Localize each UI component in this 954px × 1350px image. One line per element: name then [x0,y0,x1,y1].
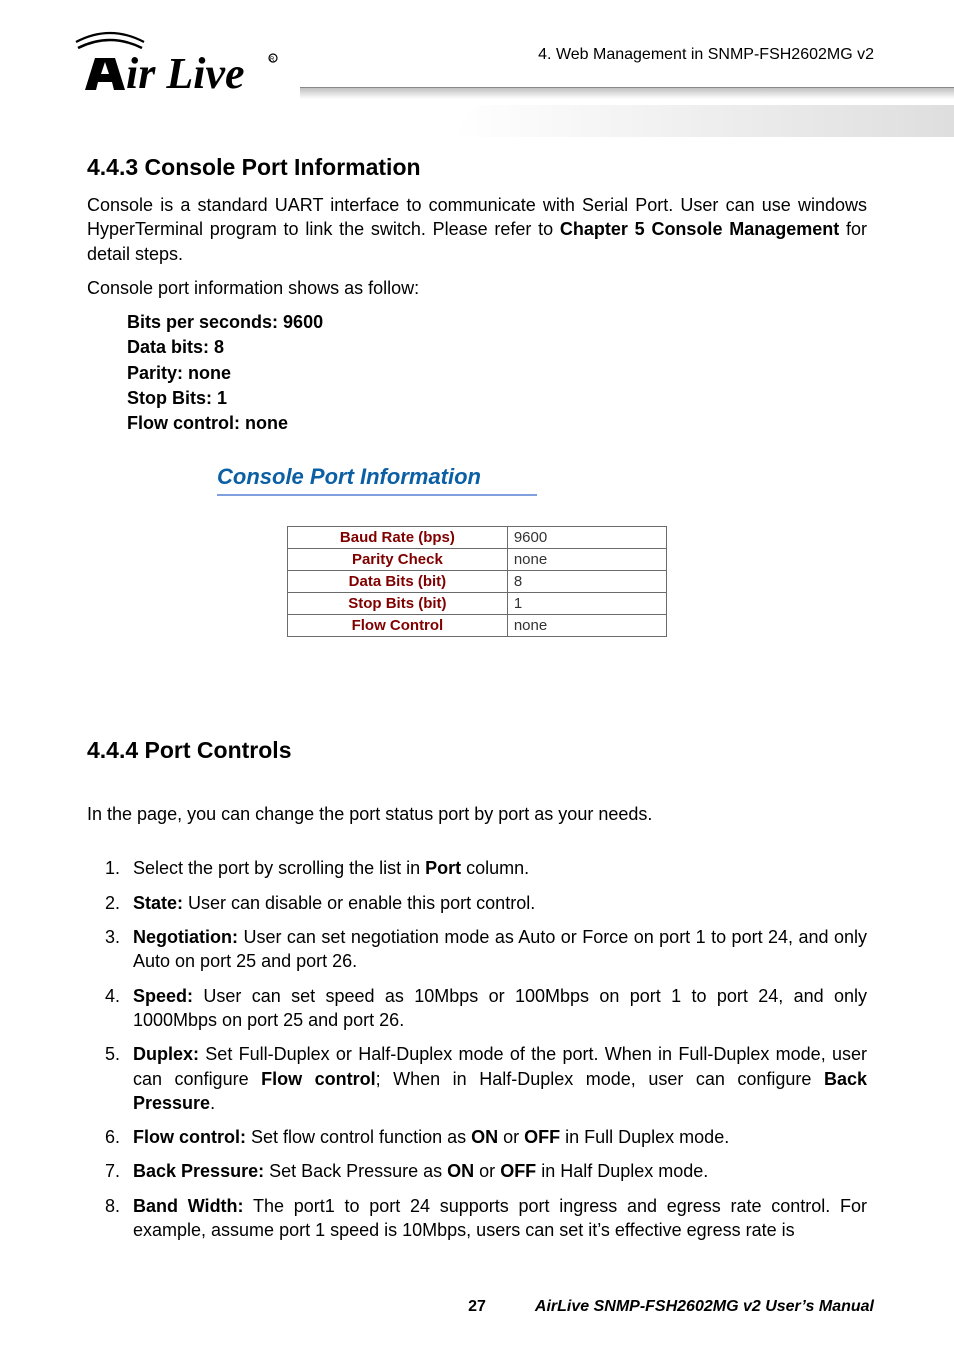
table-row: Baud Rate (bps) 9600 [288,527,667,549]
cell-label-databits: Data Bits (bit) [288,571,508,593]
table-row: Parity Check none [288,549,667,571]
airlive-logo: ir Live R [70,30,285,110]
text: in Full Duplex mode. [560,1127,729,1147]
setting-data-bits: Data bits: 8 [127,335,867,360]
svg-text:R: R [270,57,275,63]
cell-value-parity: none [507,549,666,571]
list-item: Flow control: Set flow control function … [125,1125,867,1149]
setting-parity: Parity: none [127,361,867,386]
para-console-follow: Console port information shows as follow… [87,276,867,300]
setting-flow-control: Flow control: none [127,411,867,436]
text-bold: Negotiation: [133,927,238,947]
breadcrumb: 4. Web Management in SNMP-FSH2602MG v2 [538,46,874,64]
text-bold: Speed: [133,986,193,1006]
cell-value-baud: 9600 [507,527,666,549]
text: or [498,1127,524,1147]
text: Set flow control function as [246,1127,471,1147]
cell-label-baud: Baud Rate (bps) [288,527,508,549]
text: User can set negotiation mode as Auto or… [133,927,867,971]
text: Select the port by scrolling the list in [133,858,425,878]
footer-title: AirLive SNMP-FSH2602MG v2 User’s Manual [535,1298,874,1316]
text-bold: Flow control [261,1069,376,1089]
text: column. [461,858,529,878]
text-bold: Band Width: [133,1196,244,1216]
section-heading-port-controls: 4.4.4 Port Controls [87,737,867,764]
list-item: Speed: User can set speed as 10Mbps or 1… [125,984,867,1033]
text-bold: ON [447,1161,474,1181]
text-bold: Back Pressure: [133,1161,264,1181]
list-item: Band Width: The port1 to port 24 support… [125,1194,867,1243]
cell-value-flowcontrol: none [507,615,666,637]
list-item: State: User can disable or enable this p… [125,891,867,915]
airlive-logo-icon: ir Live R [70,30,285,105]
text: or [474,1161,500,1181]
text-bold: OFF [524,1127,560,1147]
text-bold: OFF [500,1161,536,1181]
text: Set Back Pressure as [264,1161,447,1181]
table-row: Stop Bits (bit) 1 [288,593,667,615]
header-divider [300,87,954,99]
cell-label-parity: Parity Check [288,549,508,571]
text: in Half Duplex mode. [536,1161,708,1181]
port-controls-list: Select the port by scrolling the list in… [87,856,867,1242]
text-bold: Chapter 5 Console Management [560,219,839,239]
section-port-controls: 4.4.4 Port Controls In the page, you can… [87,737,867,1242]
figure-heading: Console Port Information [217,464,537,496]
list-item: Select the port by scrolling the list in… [125,856,867,880]
svg-text:ir Live: ir Live [126,49,245,98]
cell-value-databits: 8 [507,571,666,593]
table-row: Data Bits (bit) 8 [288,571,667,593]
list-item: Duplex: Set Full-Duplex or Half-Duplex m… [125,1042,867,1115]
text: . [210,1093,215,1113]
text-bold: Flow control: [133,1127,246,1147]
list-item: Negotiation: User can set negotiation mo… [125,925,867,974]
console-settings-list: Bits per seconds: 9600 Data bits: 8 Pari… [127,310,867,436]
table-row: Flow Control none [288,615,667,637]
para-console-intro: Console is a standard UART interface to … [87,193,867,266]
text: User can set speed as 10Mbps or 100Mbps … [133,986,867,1030]
text-bold: Port [425,858,461,878]
setting-stop-bits: Stop Bits: 1 [127,386,867,411]
section-heading-console: 4.4.3 Console Port Information [87,154,867,181]
text: ; When in Half-Duplex mode, user can con… [376,1069,824,1089]
console-info-table: Baud Rate (bps) 9600 Parity Check none D… [287,526,667,637]
header-shade [454,105,954,137]
page-number: 27 [468,1298,486,1315]
para-port-intro: In the page, you can change the port sta… [87,802,867,826]
setting-bits-per-seconds: Bits per seconds: 9600 [127,310,867,335]
cell-label-flowcontrol: Flow Control [288,615,508,637]
text: User can disable or enable this port con… [183,893,535,913]
cell-label-stopbits: Stop Bits (bit) [288,593,508,615]
cell-value-stopbits: 1 [507,593,666,615]
text-bold: Duplex: [133,1044,199,1064]
list-item: Back Pressure: Set Back Pressure as ON o… [125,1159,867,1183]
text-bold: State: [133,893,183,913]
page-content: 4.4.3 Console Port Information Console i… [87,154,867,1252]
text-bold: ON [471,1127,498,1147]
text: The port1 to port 24 supports port ingre… [133,1196,867,1240]
